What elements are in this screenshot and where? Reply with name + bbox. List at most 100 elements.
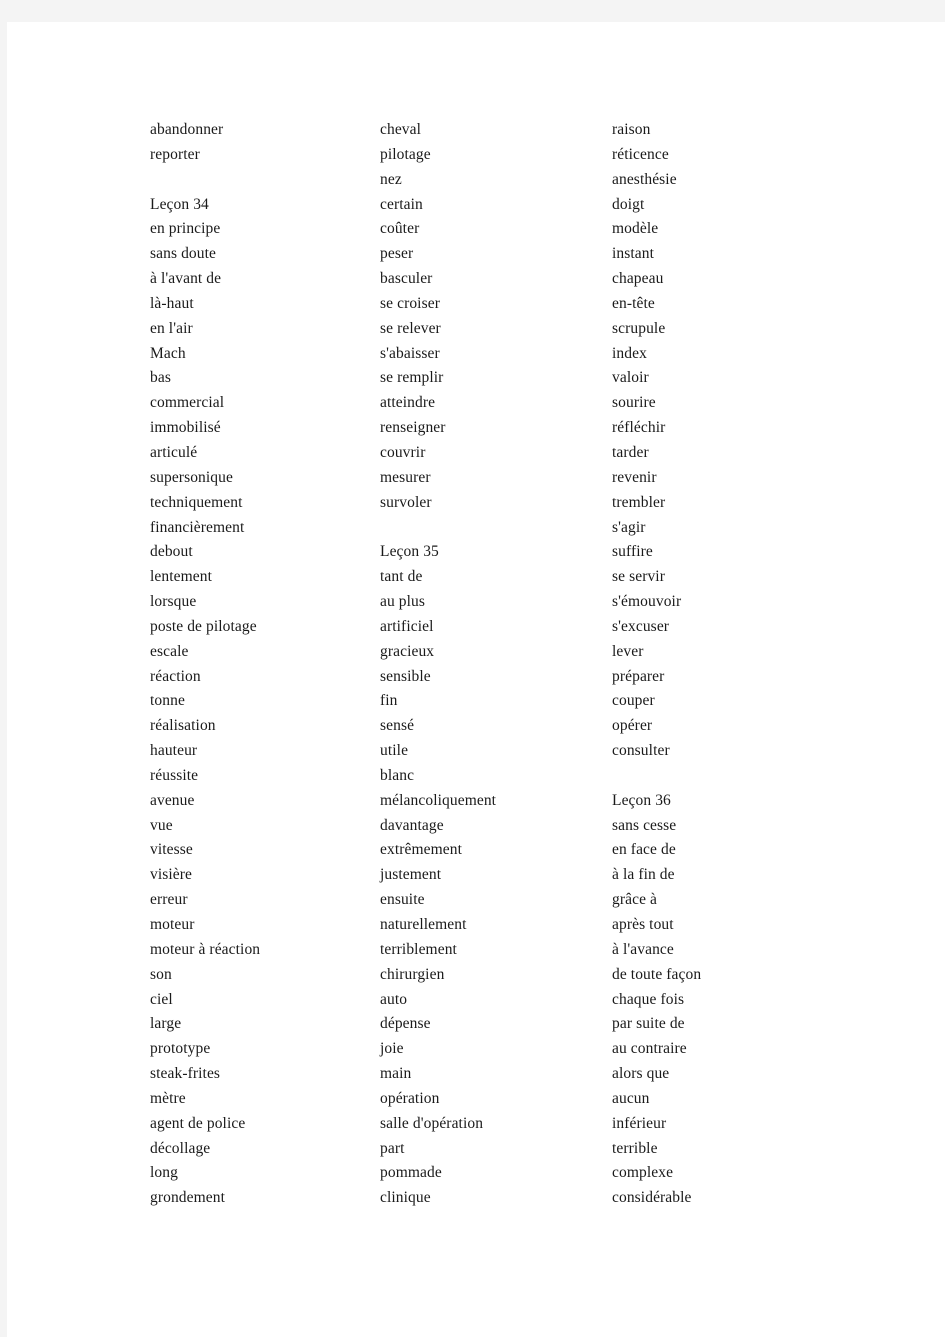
vocabulary-entry: tant de [380, 568, 423, 586]
vocabulary-entry: opérer [612, 717, 653, 735]
vocabulary-entry: de toute façon [612, 965, 702, 983]
vocabulary-entry: ciel [150, 990, 173, 1008]
vocabulary-entry: s'excuser [612, 617, 670, 635]
vocabulary-entry: artificiel [380, 617, 434, 635]
vocabulary-entry: bas [150, 369, 171, 387]
vocabulary-entry: salle d'opération [380, 1114, 484, 1132]
vocabulary-entry: extrêmement [380, 841, 463, 859]
vocabulary-entry: supersonique [150, 468, 233, 486]
vocabulary-entry: davantage [380, 816, 444, 834]
vocabulary-entry: sans cesse [612, 816, 677, 834]
vocabulary-entry: réussite [150, 766, 199, 784]
vocabulary-entry: en principe [150, 220, 221, 238]
vocabulary-entry: lentement [150, 568, 213, 586]
vocabulary-entry: alors que [612, 1065, 670, 1083]
vocabulary-entry: se servir [612, 568, 665, 586]
vocabulary-entry: gracieux [380, 642, 435, 660]
vocabulary-entry: poste de pilotage [150, 617, 257, 635]
vocabulary-entry: opération [380, 1089, 440, 1107]
vocabulary-column-3: raison réticence anesthésie doigt modèle inst… [612, 118, 902, 1211]
vocabulary-entry: réticence [612, 145, 669, 163]
vocabulary-entry: justement [380, 866, 442, 884]
vocabulary-entry: tarder [612, 443, 649, 461]
vocabulary-entry: vitesse [150, 841, 193, 859]
vocabulary-entry: index [612, 344, 647, 362]
vocabulary-entry: pommade [380, 1164, 442, 1182]
vocabulary-entry: moteur [150, 916, 195, 933]
vocabulary-entry: après tout [612, 916, 674, 933]
vocabulary-entry: doigt [612, 195, 645, 213]
lesson-heading: Leçon 34 [150, 195, 209, 213]
vocabulary-entry: instant [612, 245, 655, 263]
vocabulary-entry: se relever [380, 319, 441, 337]
vocabulary-entry: survoler [380, 493, 432, 511]
vocabulary-entry: là-haut [150, 294, 194, 312]
vocabulary-entry: part [380, 1139, 405, 1157]
vocabulary-entry: réalisation [150, 717, 216, 735]
vocabulary-entry: sensé [380, 717, 415, 735]
vocabulary-entry: se croiser [380, 294, 440, 312]
vocabulary-entry: basculer [380, 270, 433, 288]
vocabulary-entry: prototype [150, 1040, 211, 1058]
vocabulary-entry: chaque fois [612, 990, 685, 1008]
vocabulary-entry: inférieur [612, 1114, 667, 1132]
vocabulary-entry: couper [612, 692, 655, 710]
vocabulary-entry: en l'air [150, 319, 193, 337]
vocabulary-entry: abandonner [150, 121, 224, 138]
vocabulary-entry: modèle [612, 220, 659, 238]
vocabulary-entry: large [150, 1015, 182, 1033]
lesson-heading: Leçon 36 [612, 791, 671, 809]
vocabulary-entry: hauteur [150, 742, 198, 760]
vocabulary-entry: réaction [150, 667, 201, 685]
vocabulary-entry: grâce à [612, 891, 658, 909]
vocabulary-entry: blanc [380, 766, 415, 784]
vocabulary-entry: lorsque [150, 593, 197, 611]
vocabulary-entry: grondement [150, 1189, 226, 1207]
vocabulary-entry: auto [380, 990, 408, 1008]
vocabulary-columns: abandonner reporter Leçon 34 en principe san… [150, 118, 910, 1211]
vocabulary-entry: lever [612, 642, 644, 660]
document-page: abandonner reporter Leçon 34 en principe san… [7, 22, 945, 1337]
vocabulary-entry: s'abaisser [380, 344, 440, 362]
vocabulary-entry: terrible [612, 1139, 658, 1157]
vocabulary-entry: techniquement [150, 493, 243, 511]
vocabulary-entry: avenue [150, 791, 195, 809]
vocabulary-entry: coûter [380, 220, 420, 238]
vocabulary-entry: à l'avance [612, 940, 674, 958]
vocabulary-entry: par suite de [612, 1015, 685, 1033]
vocabulary-entry: commercial [150, 394, 225, 412]
vocabulary-entry: à la fin de [612, 866, 675, 884]
vocabulary-entry: anesthésie [612, 170, 677, 188]
vocabulary-entry: agent de police [150, 1114, 246, 1132]
vocabulary-entry: au plus [380, 593, 426, 611]
vocabulary-entry: escale [150, 642, 189, 660]
vocabulary-entry: atteindre [380, 394, 436, 412]
vocabulary-entry: moteur à réaction [150, 940, 261, 958]
vocabulary-entry: sensible [380, 667, 431, 685]
vocabulary-entry: chirurgien [380, 965, 445, 983]
vocabulary-entry: tonne [150, 692, 185, 710]
vocabulary-entry: aucun [612, 1089, 650, 1107]
vocabulary-column-2: cheval pilotage nez certain coûter peser bascu… [380, 118, 612, 1211]
vocabulary-entry: à l'avant de [150, 270, 222, 288]
vocabulary-entry: mesurer [380, 468, 431, 486]
vocabulary-entry: valoir [612, 369, 649, 387]
vocabulary-entry: pilotage [380, 145, 431, 163]
vocabulary-entry: scrupule [612, 319, 666, 337]
vocabulary-entry: revenir [612, 468, 657, 486]
vocabulary-entry: mètre [150, 1089, 186, 1107]
vocabulary-entry: mélancoliquement [380, 791, 497, 809]
vocabulary-entry: au contraire [612, 1040, 687, 1058]
vocabulary-entry: long [150, 1164, 178, 1182]
vocabulary-entry: peser [380, 245, 414, 263]
vocabulary-entry: raison [612, 121, 651, 138]
vocabulary-entry: articulé [150, 443, 198, 461]
vocabulary-entry: couvrir [380, 443, 426, 461]
vocabulary-entry: renseigner [380, 419, 446, 437]
vocabulary-column-1: abandonner reporter Leçon 34 en principe san… [150, 118, 380, 1211]
vocabulary-entry: consulter [612, 742, 670, 760]
vocabulary-entry: Mach [150, 344, 186, 362]
